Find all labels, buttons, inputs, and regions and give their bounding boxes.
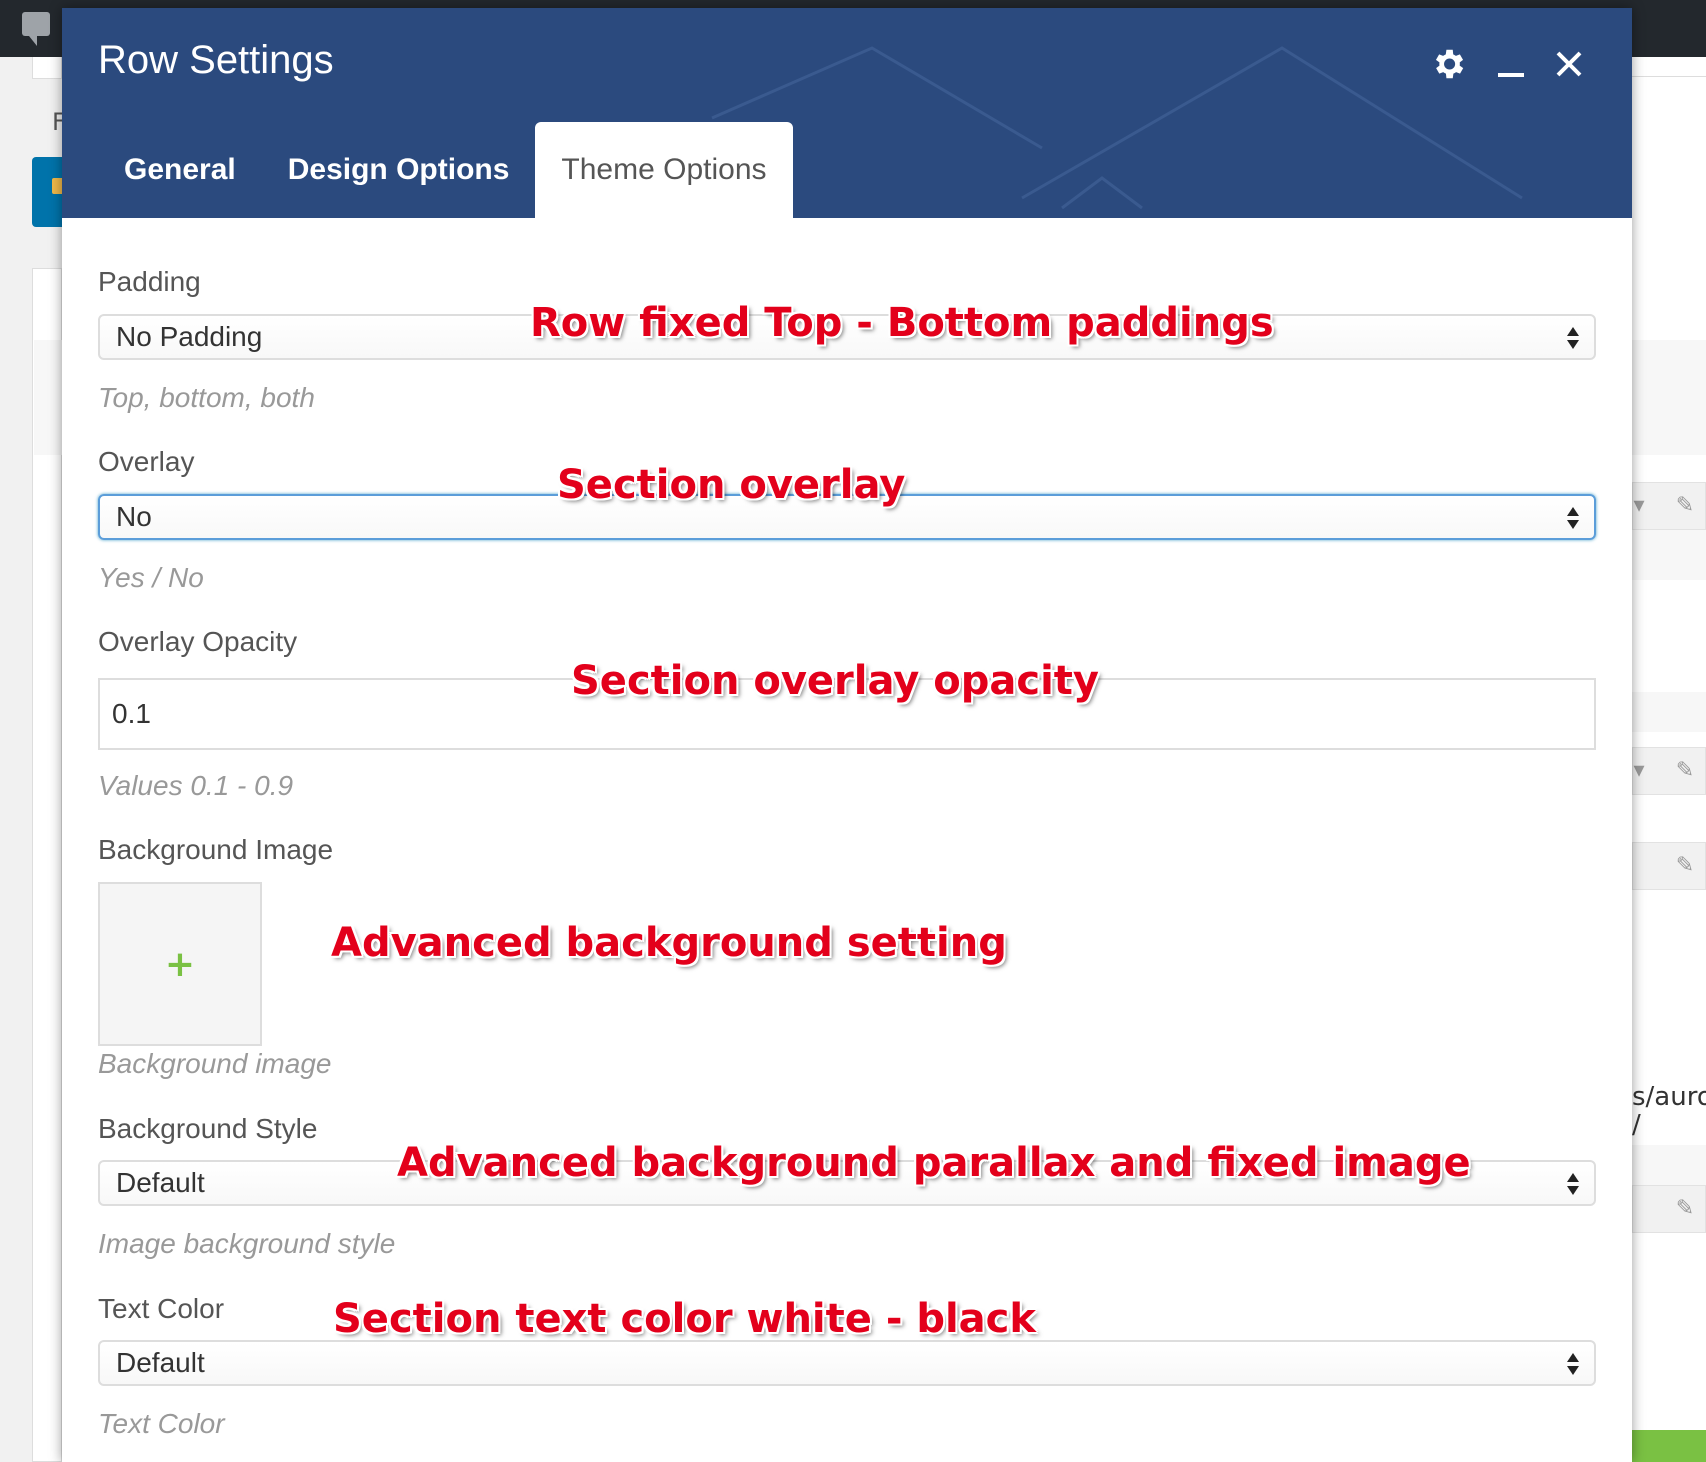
select-arrows-icon xyxy=(1566,322,1580,354)
row-settings-modal: Row Settings General Design Options Them… xyxy=(62,8,1632,1462)
background-strip xyxy=(1632,692,1706,732)
annotation-padding: Row fixed Top - Bottom paddings xyxy=(530,300,1274,346)
modal-header: Row Settings General Design Options Them… xyxy=(62,8,1632,218)
pencil-icon[interactable]: ✎ xyxy=(1669,748,1701,792)
overlay-select-value: No xyxy=(116,501,152,532)
select-arrows-icon xyxy=(1566,1348,1580,1380)
pencil-icon[interactable]: ✎ xyxy=(1669,1186,1701,1230)
modal-tabs: General Design Options Theme Options xyxy=(98,122,793,218)
green-action-button[interactable] xyxy=(1632,1430,1706,1462)
gear-icon[interactable] xyxy=(1428,44,1468,84)
select-arrows-icon xyxy=(1566,1168,1580,1200)
text-color-select[interactable]: Default xyxy=(98,1340,1596,1386)
background-row-controls: ▾ ✎ xyxy=(1632,482,1706,530)
annotation-text-color: Section text color white - black xyxy=(333,1296,1036,1342)
background-card xyxy=(32,57,62,79)
background-path-text: / xyxy=(1632,1110,1641,1140)
background-path-text: s/auro xyxy=(1632,1082,1706,1112)
background-image-help: Background image xyxy=(98,1048,332,1079)
padding-select-value: No Padding xyxy=(116,321,263,352)
tab-design-options[interactable]: Design Options xyxy=(262,122,536,218)
comments-icon[interactable] xyxy=(22,12,50,46)
background-row-controls: ✎ xyxy=(1632,1185,1706,1233)
background-row-controls: ▾ ✎ xyxy=(1632,747,1706,795)
annotation-background: Advanced background setting xyxy=(331,920,1007,966)
tab-general[interactable]: General xyxy=(98,122,262,218)
background-image-picker[interactable]: + xyxy=(98,882,262,1046)
background-row-controls: ✎ xyxy=(1632,842,1706,890)
background-image-label: Background Image xyxy=(98,834,334,865)
annotation-overlay: Section overlay xyxy=(557,462,906,508)
annotation-opacity: Section overlay opacity xyxy=(571,658,1099,704)
tab-theme-options[interactable]: Theme Options xyxy=(535,122,793,218)
padding-help: Top, bottom, both xyxy=(98,382,315,413)
text-color-help: Text Color xyxy=(98,1408,225,1439)
text-color-select-value: Default xyxy=(116,1347,205,1378)
background-row-top xyxy=(1632,57,1706,77)
modal-title: Row Settings xyxy=(98,38,334,82)
annotation-parallax: Advanced background parallax and fixed i… xyxy=(397,1140,1471,1186)
background-style-select-value: Default xyxy=(116,1167,205,1198)
background-style-label: Background Style xyxy=(98,1113,318,1144)
plus-icon: + xyxy=(164,943,196,985)
pencil-icon[interactable]: ✎ xyxy=(1669,843,1701,887)
minimize-icon[interactable] xyxy=(1494,44,1528,84)
overlay-help: Yes / No xyxy=(98,562,204,593)
background-strip xyxy=(1632,340,1706,455)
overlay-opacity-help: Values 0.1 - 0.9 xyxy=(98,770,294,801)
text-color-label: Text Color xyxy=(98,1293,225,1324)
select-arrows-icon xyxy=(1566,502,1580,534)
padding-label: Padding xyxy=(98,266,201,297)
overlay-label: Overlay xyxy=(98,446,195,477)
background-style-help: Image background style xyxy=(98,1228,396,1259)
background-right-panel: ▾ ✎ ▾ ✎ ✎ s/auro / ✎ xyxy=(1632,57,1706,1462)
pencil-icon[interactable]: ✎ xyxy=(1669,483,1701,527)
close-icon[interactable] xyxy=(1552,44,1586,84)
background-left-inner xyxy=(34,340,62,455)
background-strip xyxy=(1632,530,1706,580)
background-strip xyxy=(1632,1145,1706,1185)
overlay-opacity-label: Overlay Opacity xyxy=(98,626,298,657)
